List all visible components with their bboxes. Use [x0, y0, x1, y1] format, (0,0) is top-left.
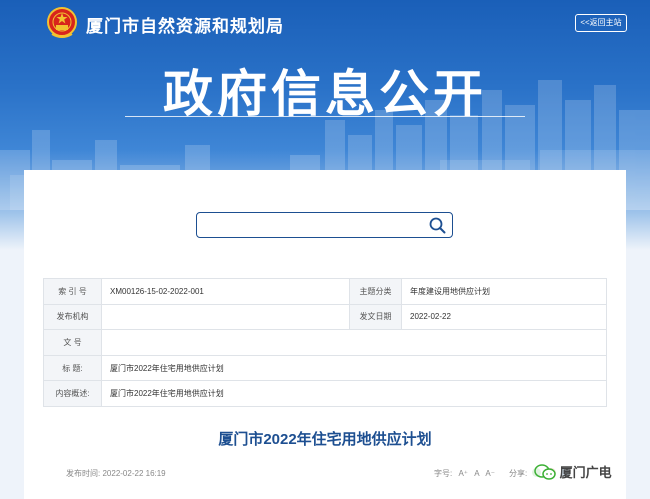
issuing-agency-value: [101, 303, 350, 331]
font-size-large-button[interactable]: A⁺: [458, 469, 468, 478]
content-card: 索 引 号 XM00126-15-02-2022-001 主题分类 年度建设用地…: [24, 170, 626, 499]
index-number-label: 索 引 号: [43, 278, 102, 305]
table-row: 内容概述: 厦门市2022年住宅用地供应计划: [43, 380, 607, 407]
doc-number-value: [101, 329, 607, 356]
wechat-logo-icon: [534, 464, 556, 480]
publish-time: 发布时间: 2022-02-22 16:19: [66, 468, 166, 479]
search-input[interactable]: [203, 216, 423, 234]
font-size-control: 字号: A⁺ A A⁻: [430, 468, 495, 479]
org-name: 厦门市自然资源和规划局: [86, 17, 284, 36]
top-bar: 厦门市自然资源和规划局 <<返回主站: [0, 0, 650, 44]
font-size-label: 字号:: [434, 469, 453, 478]
font-size-medium-button[interactable]: A: [474, 469, 479, 478]
issuing-agency-label: 发布机构: [43, 303, 102, 331]
publish-time-value: 2022-02-22 16:19: [102, 469, 166, 478]
table-row: 标 题: 厦门市2022年住宅用地供应计划: [43, 354, 607, 382]
banner-divider: [125, 116, 525, 117]
watermark-text: 厦门广电: [559, 465, 612, 480]
document-title: 厦门市2022年住宅用地供应计划: [218, 431, 432, 448]
table-row: 文 号: [43, 329, 607, 356]
share-label: 分享:: [509, 469, 528, 478]
table-row: 索 引 号 XM00126-15-02-2022-001 主题分类 年度建设用地…: [43, 278, 607, 305]
issue-date-label: 发文日期: [349, 303, 402, 331]
national-emblem-icon: [47, 7, 77, 38]
publish-info-bar: 发布时间: 2022-02-22 16:19 字号: A⁺ A A⁻ 分享:: [66, 468, 586, 486]
summary-label: 内容概述:: [43, 380, 102, 407]
issue-date-value: 2022-02-22: [401, 303, 607, 331]
title-label: 标 题:: [43, 354, 102, 382]
watermark: 厦门广电: [532, 462, 618, 482]
topic-category-value: 年度建设用地供应计划: [401, 278, 607, 305]
font-size-small-button[interactable]: A⁻: [485, 469, 495, 478]
back-to-main-site-button[interactable]: <<返回主站: [575, 14, 627, 32]
publish-time-label: 发布时间:: [66, 469, 101, 478]
document-meta-table: 索 引 号 XM00126-15-02-2022-001 主题分类 年度建设用地…: [43, 278, 607, 407]
search-icon[interactable]: [429, 217, 446, 234]
search-box: [196, 212, 453, 238]
index-number-value: XM00126-15-02-2022-001: [101, 278, 350, 305]
title-value: 厦门市2022年住宅用地供应计划: [101, 354, 607, 382]
topic-category-label: 主题分类: [349, 278, 402, 305]
summary-value: 厦门市2022年住宅用地供应计划: [101, 380, 607, 407]
table-row: 发布机构 发文日期 2022-02-22: [43, 303, 607, 331]
doc-number-label: 文 号: [43, 329, 102, 356]
